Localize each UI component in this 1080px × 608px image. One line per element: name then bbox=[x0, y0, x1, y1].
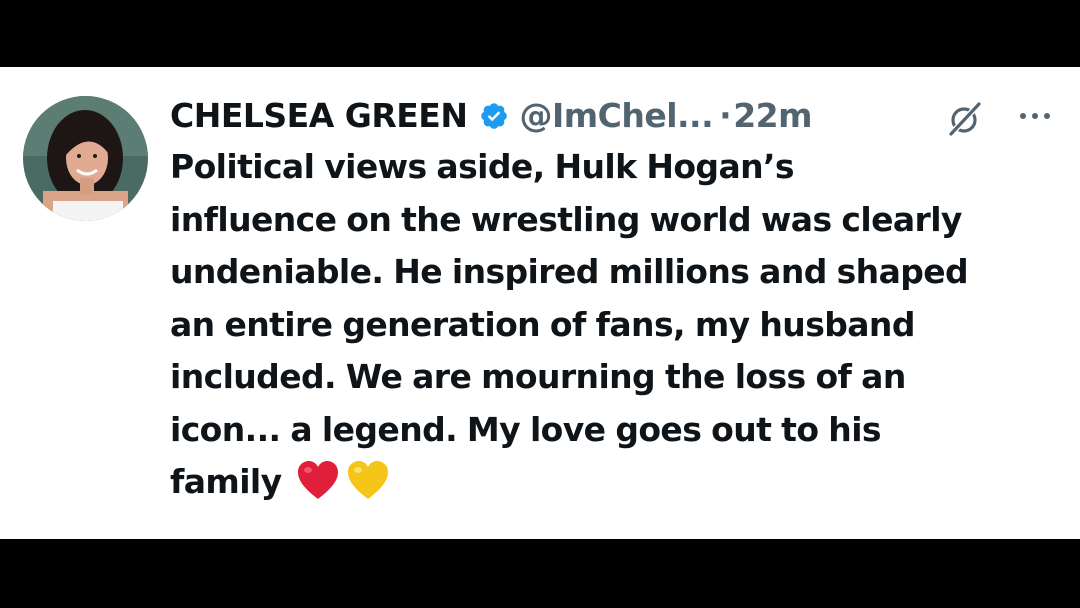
more-options-icon[interactable] bbox=[1013, 101, 1057, 131]
tweet-text-line: undeniable. He inspired millions and sha… bbox=[170, 252, 969, 291]
verified-badge-icon bbox=[479, 100, 509, 130]
yellow-heart-icon bbox=[345, 457, 391, 503]
tweet-text-line: an entire generation of fans, my husband bbox=[170, 304, 915, 344]
tweet-text-line: icon... a legend. My love goes out to hi… bbox=[170, 409, 882, 449]
tweet-header: CHELSEA GREEN @ImChel... · 22m bbox=[170, 91, 1065, 139]
screenshot-frame: CHELSEA GREEN @ImChel... · 22m Political… bbox=[0, 0, 1080, 608]
tweet-text-line: Political views aside, Hulk Hogan’s bbox=[170, 147, 795, 186]
tweet-card[interactable]: CHELSEA GREEN @ImChel... · 22m Political… bbox=[0, 67, 1080, 539]
user-handle[interactable]: @ImChel... bbox=[519, 96, 713, 135]
separator-dot: · bbox=[719, 95, 732, 135]
tweet-content: CHELSEA GREEN @ImChel... · 22m Political… bbox=[170, 91, 1065, 509]
tweet-text-line: family bbox=[170, 462, 282, 501]
tweet-text-last-line: family bbox=[170, 456, 1065, 509]
tweet-text-line: included. We are mourning the loss of an bbox=[170, 357, 906, 396]
timestamp[interactable]: 22m bbox=[733, 96, 812, 135]
avatar[interactable] bbox=[23, 96, 148, 221]
display-name[interactable]: CHELSEA GREEN bbox=[170, 96, 468, 135]
grok-icon[interactable] bbox=[945, 99, 985, 139]
tweet-text: Political views aside, Hulk Hogan’s infl… bbox=[170, 141, 1065, 509]
tweet-text-line: influence on the wrestling world was cle… bbox=[170, 199, 962, 239]
red-heart-icon bbox=[295, 457, 341, 503]
